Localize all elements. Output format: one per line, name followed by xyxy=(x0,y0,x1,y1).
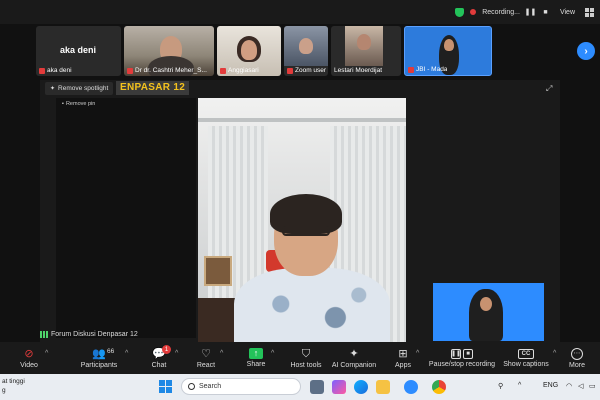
react-options-chevron-icon[interactable]: ^ xyxy=(220,350,223,357)
picture-frame xyxy=(204,256,232,286)
top-bar: Recording... ❚❚ ■ View xyxy=(0,0,600,24)
pause-recording-icon[interactable]: ❚❚ xyxy=(525,8,537,17)
mic-muted-icon xyxy=(408,66,414,73)
pause-stop-recording-button[interactable]: ❚❚ ■ Pause/stop recording xyxy=(428,342,496,374)
participant-label: Lestari Moerdijat xyxy=(334,67,383,74)
chevron-up-icon[interactable]: ^ xyxy=(518,382,521,389)
mic-muted-icon xyxy=(220,67,226,74)
gallery-next-button[interactable]: › xyxy=(577,42,595,60)
shield-icon: ⛉ xyxy=(301,347,311,360)
apps-button[interactable]: ⊞ Apps xyxy=(392,342,414,374)
participants-options-chevron-icon[interactable]: ^ xyxy=(125,350,128,357)
participant-tile[interactable]: Dr dr. Cashtri Meher_S... xyxy=(124,26,214,76)
file-explorer-icon[interactable] xyxy=(376,380,390,394)
video-off-icon: ⊘ xyxy=(24,347,34,360)
battery-icon[interactable]: ▭ xyxy=(589,382,596,390)
participant-label: JBI - Mada xyxy=(408,66,447,73)
wifi-icon[interactable]: ◠ xyxy=(566,382,572,390)
stop-recording-icon[interactable]: ■ xyxy=(541,8,550,17)
participant-tile[interactable]: Zoom user xyxy=(284,26,328,76)
show-captions-button[interactable]: CC Show captions xyxy=(503,342,549,374)
share-options-chevron-icon[interactable]: ^ xyxy=(271,350,274,357)
language-indicator[interactable]: ENG xyxy=(543,382,558,389)
interpreter-face xyxy=(480,297,492,311)
captions-options-chevron-icon[interactable]: ^ xyxy=(553,350,556,357)
grid-view-icon[interactable] xyxy=(585,7,594,17)
participant-label: Dr dr. Cashtri Meher_S... xyxy=(127,67,207,74)
meeting-toolbar: ⊘ Video ^ 👥 Participants 66 ^ 💬 Chat 1 ^… xyxy=(0,342,600,374)
remove-pin-button[interactable]: ▪ Remove pin xyxy=(62,101,95,107)
more-icon: ⋯ xyxy=(571,347,583,360)
participant-face xyxy=(299,38,313,54)
participant-label: Anggiasari xyxy=(220,67,259,74)
apps-grid-icon: ⊞ xyxy=(398,347,408,360)
mic-muted-icon xyxy=(287,67,293,74)
pause-stop-icon: ❚❚ ■ xyxy=(451,348,473,359)
task-view-icon[interactable] xyxy=(310,380,324,394)
edge-browser-icon[interactable] xyxy=(354,380,368,394)
react-button[interactable]: ♡ React xyxy=(195,342,217,374)
participants-count: 66 xyxy=(107,348,115,355)
zoom-window: Recording... ❚❚ ■ View aka deni aka deni… xyxy=(0,0,600,400)
sign-language-interpreter-video[interactable] xyxy=(433,283,544,341)
speaker-shirt xyxy=(234,268,390,342)
connection-signal-icon xyxy=(40,331,48,338)
video-button[interactable]: ⊘ Video xyxy=(16,342,42,374)
recording-status: Recording... xyxy=(482,8,520,16)
secondary-video-panel xyxy=(56,98,196,338)
chevron-right-icon: › xyxy=(584,45,588,57)
remove-spotlight-button[interactable]: ✦ Remove spotlight xyxy=(45,82,114,95)
host-tools-button[interactable]: ⛉ Host tools xyxy=(286,342,326,374)
participant-tile[interactable]: aka deni aka deni xyxy=(36,26,121,76)
share-button[interactable]: ↑ Share xyxy=(244,342,268,374)
spotlight-icon: ✦ xyxy=(50,86,56,92)
participant-face xyxy=(444,39,454,51)
copilot-icon[interactable] xyxy=(332,380,346,394)
window-frame xyxy=(198,118,406,122)
main-speaker-video[interactable] xyxy=(198,98,406,342)
participant-strip: aka deni aka deni Dr dr. Cashtri Meher_S… xyxy=(36,26,492,76)
participants-icon: 👥 xyxy=(92,347,106,360)
participant-face xyxy=(357,34,371,50)
chat-options-chevron-icon[interactable]: ^ xyxy=(175,350,178,357)
windows-start-icon[interactable] xyxy=(159,380,172,393)
chrome-browser-icon[interactable] xyxy=(432,380,446,394)
person-icon[interactable]: ⚲ xyxy=(498,382,503,390)
search-icon xyxy=(188,383,195,390)
participant-name-large: aka deni xyxy=(60,45,97,55)
weather-widget[interactable]: at tinggi g xyxy=(2,377,25,395)
apps-options-chevron-icon[interactable]: ^ xyxy=(416,350,419,357)
pin-icon: ▪ xyxy=(62,101,64,107)
expand-icon[interactable]: ⤢ xyxy=(546,84,552,94)
more-button[interactable]: ⋯ More xyxy=(566,342,588,374)
participant-face xyxy=(241,40,257,60)
volume-icon[interactable]: ◁ xyxy=(578,382,583,390)
taskbar-search-box[interactable]: Search xyxy=(181,378,301,395)
view-button[interactable]: View xyxy=(556,9,579,16)
participants-button[interactable]: 👥 Participants xyxy=(78,342,120,374)
participant-label: aka deni xyxy=(39,67,72,74)
mic-muted-icon xyxy=(39,67,45,74)
video-options-chevron-icon[interactable]: ^ xyxy=(45,350,48,357)
captions-icon: CC xyxy=(518,348,534,359)
recording-dot-icon xyxy=(470,9,477,15)
share-screen-icon: ↑ xyxy=(249,348,263,359)
security-shield-icon[interactable] xyxy=(455,7,465,17)
meeting-name-label: Forum Diskusi Denpasar 12 xyxy=(40,329,138,340)
sparkle-icon: ✦ xyxy=(349,347,359,360)
participant-tile[interactable]: Lestari Moerdijat xyxy=(331,26,401,76)
mic-muted-icon xyxy=(127,67,133,74)
zoom-app-icon[interactable] xyxy=(404,380,418,394)
ai-companion-button[interactable]: ✦ AI Companion xyxy=(330,342,378,374)
participant-tile[interactable]: Anggiasari xyxy=(217,26,281,76)
event-badge: ENPASAR 12 xyxy=(116,81,190,95)
participant-label: Zoom user xyxy=(287,67,326,74)
participant-tile-active[interactable]: JBI - Mada xyxy=(404,26,492,76)
chat-unread-badge: 1 xyxy=(162,345,171,354)
speaker-glasses xyxy=(282,226,330,236)
windows-taskbar: at tinggi g Search ⚲ ^ ENG ◠ ◁ ▭ xyxy=(0,374,600,400)
heart-icon: ♡ xyxy=(201,347,211,360)
